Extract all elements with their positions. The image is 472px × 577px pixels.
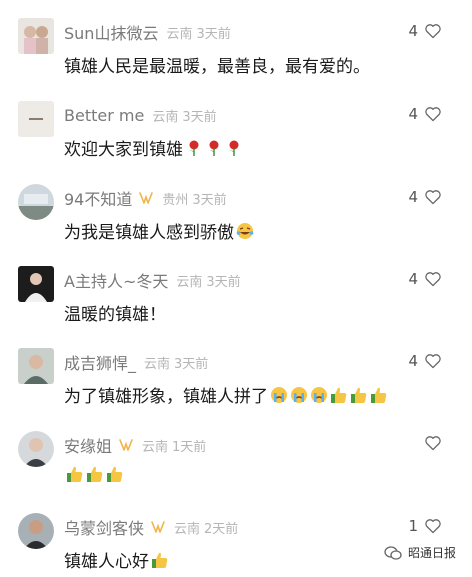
heart-icon — [425, 272, 441, 287]
badge-icon — [151, 521, 165, 533]
comment-text: 为了镇雄形象，镇雄人拼了 — [64, 382, 388, 407]
badge-icon — [119, 439, 133, 451]
heart-icon — [425, 107, 441, 122]
location: 云南 — [144, 356, 171, 372]
location: 云南 — [166, 26, 193, 42]
like-button[interactable]: 1 — [408, 517, 442, 535]
username[interactable]: Sun山抹微云 — [64, 20, 158, 44]
thumbs-up-emoji — [152, 552, 168, 568]
crying-emoji — [311, 386, 327, 403]
username[interactable]: 成吉狮悍_ — [64, 350, 136, 374]
heart-icon — [425, 436, 441, 451]
comment-meta: 成吉狮悍_ 云南 3天前 — [64, 350, 208, 374]
avatar[interactable] — [18, 184, 54, 220]
heart-icon — [425, 190, 441, 205]
thumbs-up-emoji — [331, 387, 347, 403]
laughing-tears-emoji — [236, 222, 254, 239]
comment-item: 乌蒙剑客侠 云南 2天前 镇雄人心好 1 — [0, 513, 472, 573]
crying-emoji — [291, 386, 307, 403]
comment-text: 为我是镇雄人感到骄傲 — [64, 218, 254, 243]
avatar[interactable] — [18, 431, 54, 467]
comment-item: Sun山抹微云 云南 3天前 镇雄人民是最温暖，最善良，最有爱的。 4 — [0, 18, 472, 88]
username[interactable]: Better me — [64, 106, 144, 125]
timestamp: 2天前 — [204, 521, 239, 537]
comment-text — [64, 465, 124, 483]
username[interactable]: 安缘姐 — [64, 433, 112, 457]
heart-icon — [425, 519, 441, 534]
like-button[interactable] — [424, 435, 442, 451]
comment-text-content: 温暖的镇雄！ — [64, 305, 166, 325]
like-count: 4 — [408, 105, 418, 123]
like-button[interactable]: 4 — [408, 352, 442, 370]
timestamp: 3天前 — [182, 109, 217, 125]
avatar[interactable] — [18, 266, 54, 302]
comment-meta: A主持人~冬天 云南 3天前 — [64, 268, 241, 292]
avatar[interactable] — [18, 348, 54, 384]
like-count: 4 — [408, 22, 418, 40]
comment-text: 欢迎大家到镇雄 — [64, 135, 243, 160]
like-count: 4 — [408, 188, 418, 206]
location: 贵州 — [162, 192, 189, 208]
comment-item: Better me 云南 3天前 欢迎大家到镇雄 4 — [0, 101, 472, 171]
rose-emoji — [209, 140, 219, 156]
username[interactable]: 94不知道 — [64, 186, 132, 210]
comment-text-content: 镇雄人心好 — [64, 552, 149, 572]
comment-meta: 安缘姐 云南 1天前 — [64, 433, 206, 457]
username[interactable]: 乌蒙剑客侠 — [64, 515, 144, 539]
heart-icon — [425, 24, 441, 39]
comment-meta: Sun山抹微云 云南 3天前 — [64, 20, 231, 44]
timestamp: 1天前 — [172, 439, 207, 455]
thumbs-up-emoji — [87, 466, 103, 482]
watermark-text: 昭通日报 — [407, 546, 456, 560]
comment-text: 温暖的镇雄！ — [64, 300, 166, 325]
like-button[interactable]: 4 — [408, 270, 442, 288]
comment-meta: Better me 云南 3天前 — [64, 103, 217, 127]
comment-meta: 94不知道 贵州 3天前 — [64, 186, 227, 210]
location: 云南 — [142, 439, 169, 455]
wechat-icon — [384, 545, 402, 560]
comment-text-content: 镇雄人民是最温暖，最善良，最有爱的。 — [64, 57, 370, 77]
thumbs-up-emoji — [67, 466, 83, 482]
thumbs-up-emoji — [371, 387, 387, 403]
avatar[interactable] — [18, 101, 54, 137]
like-button[interactable]: 4 — [408, 22, 442, 40]
comment-text: 镇雄人民是最温暖，最善良，最有爱的。 — [64, 52, 370, 77]
comment-text-content: 为我是镇雄人感到骄傲 — [64, 223, 234, 243]
location: 云南 — [152, 109, 179, 125]
timestamp: 3天前 — [206, 274, 241, 290]
comment-item: 94不知道 贵州 3天前 为我是镇雄人感到骄傲 4 — [0, 184, 472, 254]
rose-emoji — [229, 140, 239, 156]
comment-item: 安缘姐 云南 1天前 — [0, 431, 472, 501]
comment-text-content: 为了镇雄形象，镇雄人拼了 — [64, 387, 268, 407]
comment-item: A主持人~冬天 云南 3天前 温暖的镇雄！ 4 — [0, 266, 472, 336]
timestamp: 3天前 — [196, 26, 231, 42]
like-button[interactable]: 4 — [408, 188, 442, 206]
timestamp: 3天前 — [174, 356, 209, 372]
thumbs-up-emoji — [351, 387, 367, 403]
heart-icon — [425, 354, 441, 369]
like-count: 1 — [408, 517, 418, 535]
watermark: 昭通日报 — [384, 544, 456, 561]
comment-item: 成吉狮悍_ 云南 3天前 为了镇雄形象，镇雄人拼了 4 — [0, 348, 472, 418]
like-count: 4 — [408, 270, 418, 288]
location: 云南 — [176, 274, 203, 290]
comment-meta: 乌蒙剑客侠 云南 2天前 — [64, 515, 238, 539]
rose-emoji — [189, 140, 199, 156]
like-count: 4 — [408, 352, 418, 370]
location: 云南 — [174, 521, 201, 537]
crying-emoji — [271, 386, 287, 403]
comment-text: 镇雄人心好 — [64, 547, 169, 572]
like-button[interactable]: 4 — [408, 105, 442, 123]
username[interactable]: A主持人~冬天 — [64, 268, 168, 292]
thumbs-up-emoji — [107, 466, 123, 482]
comment-text-content: 欢迎大家到镇雄 — [64, 140, 183, 160]
avatar[interactable] — [18, 513, 54, 549]
timestamp: 3天前 — [192, 192, 227, 208]
avatar[interactable] — [18, 18, 54, 54]
badge-icon — [139, 192, 154, 204]
